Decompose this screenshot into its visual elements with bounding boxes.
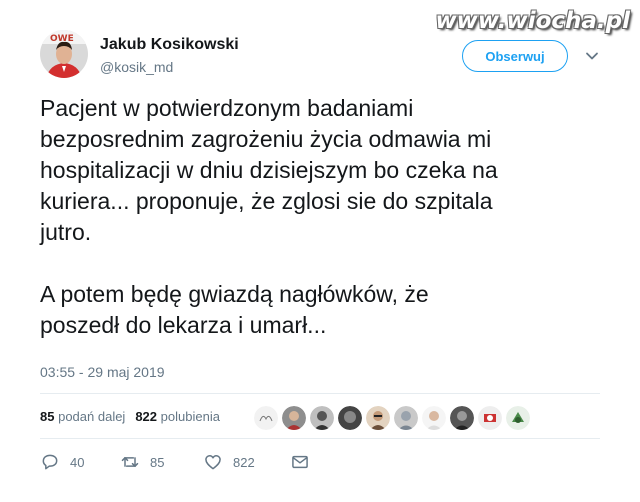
tweet-actions: 40 85 822 (40, 452, 310, 472)
retweet-icon (121, 457, 139, 467)
envelope-icon (292, 455, 308, 469)
like-stat-label: polubienia (160, 409, 220, 424)
like-count: 822 (233, 454, 255, 470)
tweet-paragraph: Pacjent w potwierdzonym badaniami bezpos… (40, 95, 498, 245)
liker-avatar[interactable] (506, 406, 530, 430)
heart-icon (205, 455, 221, 470)
avatar[interactable]: OWE (40, 30, 88, 78)
retweet-stat[interactable]: 85 podań dalej (40, 409, 125, 424)
liker-avatar[interactable] (338, 406, 362, 430)
direct-message-button[interactable] (290, 452, 310, 472)
liker-avatar[interactable] (450, 406, 474, 430)
retweet-button[interactable]: 85 (120, 452, 203, 472)
likers-avatars (254, 404, 530, 432)
liker-avatar[interactable] (254, 406, 278, 430)
like-stat[interactable]: 822 polubienia (135, 409, 220, 424)
avatar-image: OWE (40, 30, 88, 78)
reply-icon (42, 454, 58, 470)
user-handle[interactable]: @kosik_md (100, 59, 173, 75)
retweet-count: 85 (150, 454, 165, 470)
liker-avatar[interactable] (422, 406, 446, 430)
like-count: 822 (135, 409, 158, 424)
reply-count: 40 (70, 454, 85, 470)
liker-avatar[interactable] (282, 406, 306, 430)
retweet-stat-label: podań dalej (58, 409, 126, 424)
liker-avatar[interactable] (478, 406, 502, 430)
liker-avatar[interactable] (394, 406, 418, 430)
liker-avatar[interactable] (310, 406, 334, 430)
divider (40, 438, 600, 439)
tweet-stats: 85 podań dalej 822 polubienia (40, 409, 220, 424)
follow-button[interactable]: Obserwuj (462, 40, 568, 72)
display-name[interactable]: Jakub Kosikowski (100, 36, 239, 54)
like-button[interactable]: 822 (203, 452, 290, 472)
chevron-down-icon[interactable] (584, 48, 600, 64)
divider (40, 393, 600, 394)
reply-button[interactable]: 40 (40, 452, 120, 472)
retweet-count: 85 (40, 409, 55, 424)
liker-avatar[interactable] (366, 406, 390, 430)
tweet-paragraph: A potem będę gwiazdą nagłówków, że posze… (40, 281, 429, 338)
watermark: www.wiocha.pl (435, 8, 630, 34)
tweet-timestamp[interactable]: 03:55 - 29 maj 2019 (40, 364, 165, 380)
tweet-text: Pacjent w potwierdzonym badaniami bezpos… (40, 93, 610, 341)
